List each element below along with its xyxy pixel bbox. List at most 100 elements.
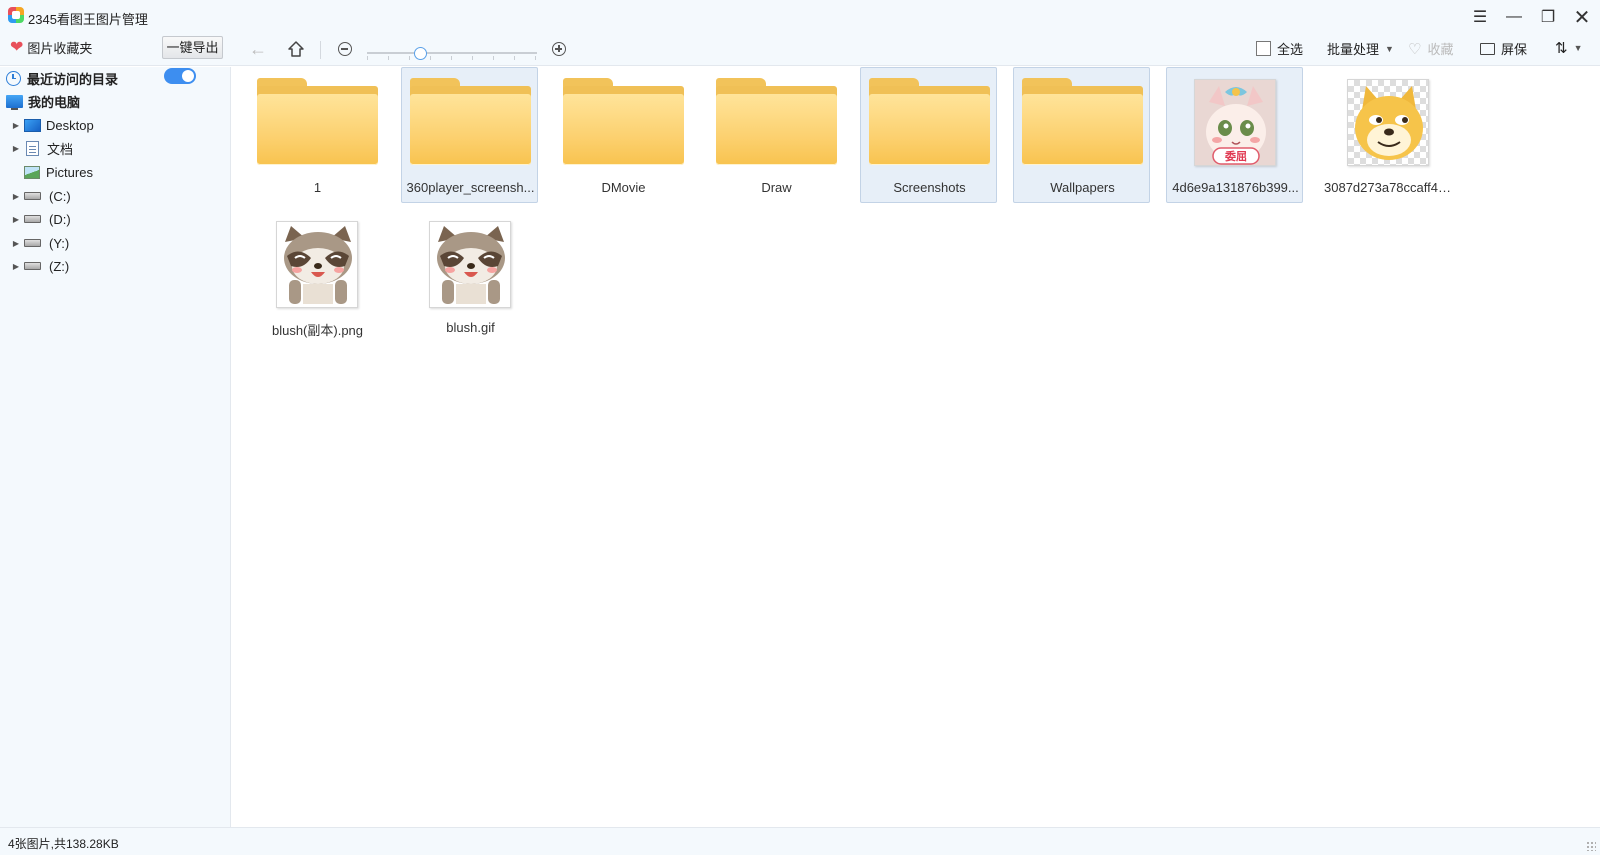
folder-item[interactable]: 360player_screensh... [401, 67, 538, 203]
home-up-icon[interactable] [284, 37, 308, 61]
collect-button[interactable]: ♡ 收藏 [1408, 39, 1453, 58]
sidebar-computer[interactable]: 我的电脑 [6, 90, 80, 112]
app-logo-icon [8, 7, 24, 23]
image-item[interactable]: blush.gif [401, 207, 538, 343]
drive-icon [24, 239, 41, 247]
image-thumbnail: 委屈 [1194, 79, 1276, 166]
screensaver-label: 屏保 [1501, 42, 1528, 57]
sidebar-item-label: Desktop [46, 117, 94, 133]
sidebar-recent[interactable]: 最近访问的目录 [6, 67, 226, 89]
expand-arrow-icon[interactable]: ▶ [8, 121, 24, 130]
sidebar-item-desktop[interactable]: ▶ Desktop [8, 114, 94, 136]
status-text: 4张图片,共138.28KB [8, 837, 119, 851]
chevron-down-icon: ▼ [1573, 43, 1583, 53]
batch-label: 批量处理 [1327, 42, 1380, 57]
sidebar-item-documents[interactable]: ▶ 文档 [8, 137, 73, 159]
sort-icon: ⇅ [1555, 40, 1568, 57]
zoom-slider[interactable] [367, 47, 537, 61]
export-button[interactable]: 一键导出 [162, 36, 223, 59]
close-icon[interactable]: ✕ [1568, 4, 1596, 30]
sidebar-item-label: (Y:) [49, 235, 70, 251]
restore-icon[interactable]: ❐ [1534, 4, 1562, 30]
toolbar-divider [320, 41, 321, 59]
back-arrow-icon[interactable]: ← [246, 37, 270, 61]
sidebar-item-drive-d[interactable]: ▶ (D:) [8, 208, 71, 230]
favorites-label: 图片收藏夹 [27, 41, 93, 56]
expand-arrow-icon[interactable]: ▶ [8, 215, 24, 224]
folder-icon [716, 78, 837, 165]
expand-arrow-icon[interactable]: ▶ [8, 262, 24, 271]
folder-icon [563, 78, 684, 165]
batch-process-dropdown[interactable]: 批量处理 ▼ [1327, 39, 1394, 58]
folder-item[interactable]: 1 [248, 67, 385, 203]
expand-arrow-icon[interactable]: ▶ [8, 192, 24, 201]
thumbnail-overlay-text: 委屈 [1224, 149, 1247, 163]
app-window: 2345看图王图片管理 ☰ — ❐ ✕ ❤ 图片收藏夹 一键导出 ← 全选 批量… [0, 0, 1600, 855]
zoom-out-icon[interactable] [333, 37, 357, 61]
folder-item[interactable]: Wallpapers [1013, 67, 1150, 203]
sort-dropdown[interactable]: ⇅ ▼ [1555, 39, 1583, 57]
image-thumbnail [1347, 79, 1429, 166]
file-name: DMovie [601, 180, 646, 195]
expand-arrow-icon[interactable]: ▶ [8, 144, 24, 153]
resize-grip-icon[interactable] [1586, 841, 1596, 851]
title-bar: 2345看图王图片管理 ☰ — ❐ ✕ [0, 0, 1600, 34]
folder-icon [869, 78, 990, 165]
file-name: 3087d273a78ccaff4b... [1324, 180, 1457, 195]
sidebar-item-drive-y[interactable]: ▶ (Y:) [8, 232, 69, 254]
file-name: 360player_screensh... [406, 180, 535, 195]
sidebar-item-label: (Z:) [49, 258, 70, 274]
folder-icon [257, 78, 378, 165]
folder-item[interactable]: Screenshots [860, 67, 997, 203]
file-name: Wallpapers [1050, 180, 1115, 195]
sidebar-item-drive-c[interactable]: ▶ (C:) [8, 185, 71, 207]
toolbar: ❤ 图片收藏夹 一键导出 ← 全选 批量处理 ▼ ♡ 收藏 屏保 ⇅ ▼ [0, 34, 1600, 66]
minimize-icon[interactable]: — [1500, 4, 1528, 30]
image-thumbnail [429, 221, 511, 308]
chevron-down-icon: ▼ [1385, 43, 1394, 54]
folder-item[interactable]: Draw [707, 67, 844, 203]
collect-label: 收藏 [1427, 42, 1454, 57]
computer-icon [6, 94, 23, 110]
file-grid: 1 360player_screensh... DMovie Draw Scre… [232, 67, 1600, 827]
folder-icon [410, 78, 531, 165]
checkbox-icon [1256, 41, 1271, 56]
favorites-button[interactable]: ❤ 图片收藏夹 [10, 38, 92, 57]
drive-icon [24, 215, 41, 223]
sidebar-item-label: 文档 [47, 141, 74, 157]
sidebar: 最近访问的目录 我的电脑 ▶ Desktop ▶ 文档 ▶ Pictures ▶… [0, 67, 231, 827]
menu-icon[interactable]: ☰ [1466, 4, 1494, 30]
heart-outline-icon: ♡ [1408, 40, 1422, 58]
pictures-icon [24, 165, 40, 179]
file-name: 4d6e9a131876b399... [1172, 180, 1299, 195]
drive-icon [24, 262, 41, 270]
select-all-label: 全选 [1277, 42, 1304, 57]
folder-item[interactable]: DMovie [554, 67, 691, 203]
file-name: Draw [761, 180, 792, 195]
file-name: blush.gif [446, 320, 495, 335]
monitor-icon [1480, 42, 1495, 55]
file-name: Screenshots [893, 180, 966, 195]
sidebar-item-drive-z[interactable]: ▶ (Z:) [8, 255, 69, 277]
expand-arrow-icon[interactable]: ▶ [8, 239, 24, 248]
window-title: 2345看图王图片管理 [28, 12, 148, 27]
sidebar-item-label: (C:) [49, 188, 71, 204]
zoom-in-icon[interactable] [547, 37, 571, 61]
status-bar: 4张图片,共138.28KB [0, 827, 1600, 855]
clock-icon [6, 70, 21, 86]
heart-icon: ❤ [10, 38, 24, 56]
image-item[interactable]: 委屈 4d6e9a131876b399... [1166, 67, 1303, 203]
document-icon [26, 140, 39, 156]
screensaver-button[interactable]: 屏保 [1480, 39, 1527, 58]
zoom-slider-thumb[interactable] [414, 47, 427, 60]
image-item[interactable]: 3087d273a78ccaff4b... [1319, 67, 1456, 203]
desktop-icon [24, 118, 41, 132]
sidebar-item-pictures[interactable]: ▶ Pictures [8, 161, 93, 183]
recent-label: 最近访问的目录 [27, 71, 119, 87]
recent-toggle[interactable] [164, 68, 196, 84]
drive-icon [24, 192, 41, 200]
select-all-checkbox[interactable]: 全选 [1256, 39, 1303, 58]
sidebar-item-label: Pictures [46, 164, 93, 180]
image-item[interactable]: blush(副本).png [248, 207, 385, 343]
computer-label: 我的电脑 [28, 94, 81, 110]
